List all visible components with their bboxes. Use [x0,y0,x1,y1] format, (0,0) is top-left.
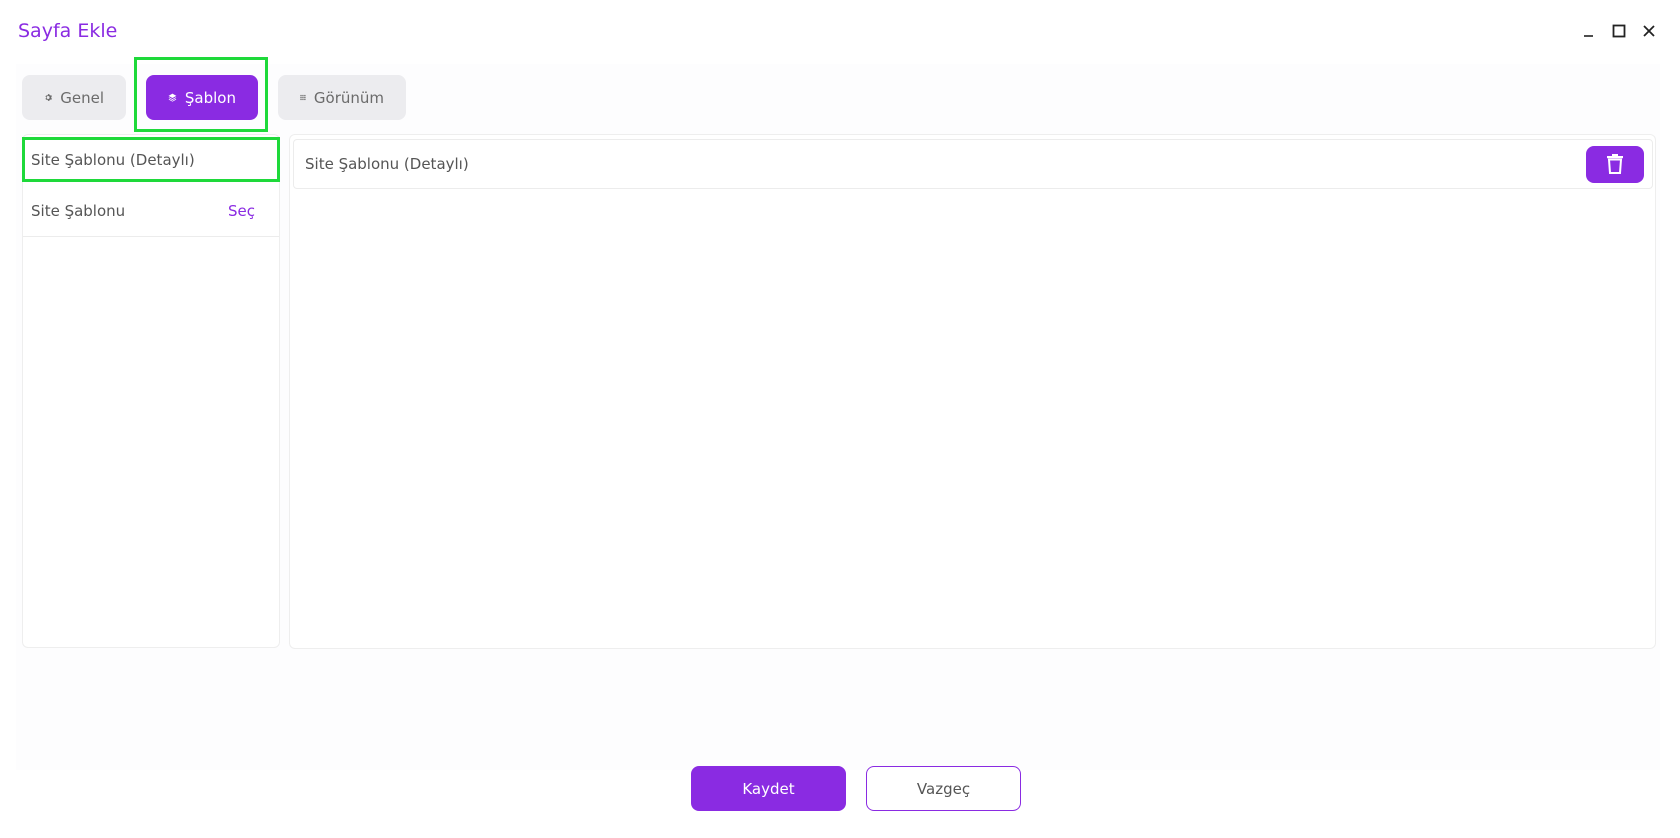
tab-sablon[interactable]: Şablon [146,75,258,120]
minimize-button[interactable] [1580,22,1598,40]
minimize-icon [1584,35,1593,37]
tab-sablon-label: Şablon [184,88,236,107]
cancel-button[interactable]: Vazgeç [866,766,1021,811]
layers-icon [168,93,177,102]
tab-gorunum-label: Görünüm [313,88,384,107]
window-controls [1580,22,1658,40]
select-link[interactable]: Seç [228,202,255,220]
list-item-label: Site Şablonu [31,201,126,220]
maximize-icon [1612,24,1626,38]
close-icon [1643,25,1655,37]
save-button[interactable]: Kaydet [691,766,846,811]
tab-genel[interactable]: Genel [22,75,126,120]
selected-template-label: Site Şablonu (Detaylı) [305,155,469,173]
title-bar: Sayfa Ekle [0,0,1680,64]
maximize-button[interactable] [1610,22,1628,40]
close-button[interactable] [1640,22,1658,40]
tab-bar: Genel Şablon Görünüm [22,75,406,120]
delete-button[interactable] [1586,145,1644,183]
trash-icon [1607,154,1623,174]
template-list-panel: Site Şablonu (Detaylı) Site Şablonu Seç [22,134,280,648]
selected-template-panel: Site Şablonu (Detaylı) [289,134,1656,649]
selected-template-row: Site Şablonu (Detaylı) [293,139,1653,189]
list-item-site-sablonu-detayli[interactable]: Site Şablonu (Detaylı) [23,135,279,185]
gear-icon [45,94,52,101]
window-title: Sayfa Ekle [18,20,118,42]
dialog-footer: Kaydet Vazgeç [0,766,1680,811]
tab-gorunum[interactable]: Görünüm [278,75,406,120]
tab-genel-label: Genel [60,88,104,107]
grid-icon [300,94,306,101]
list-item-site-sablonu: Site Şablonu Seç [23,185,279,237]
list-item-label: Site Şablonu (Detaylı) [31,151,195,169]
